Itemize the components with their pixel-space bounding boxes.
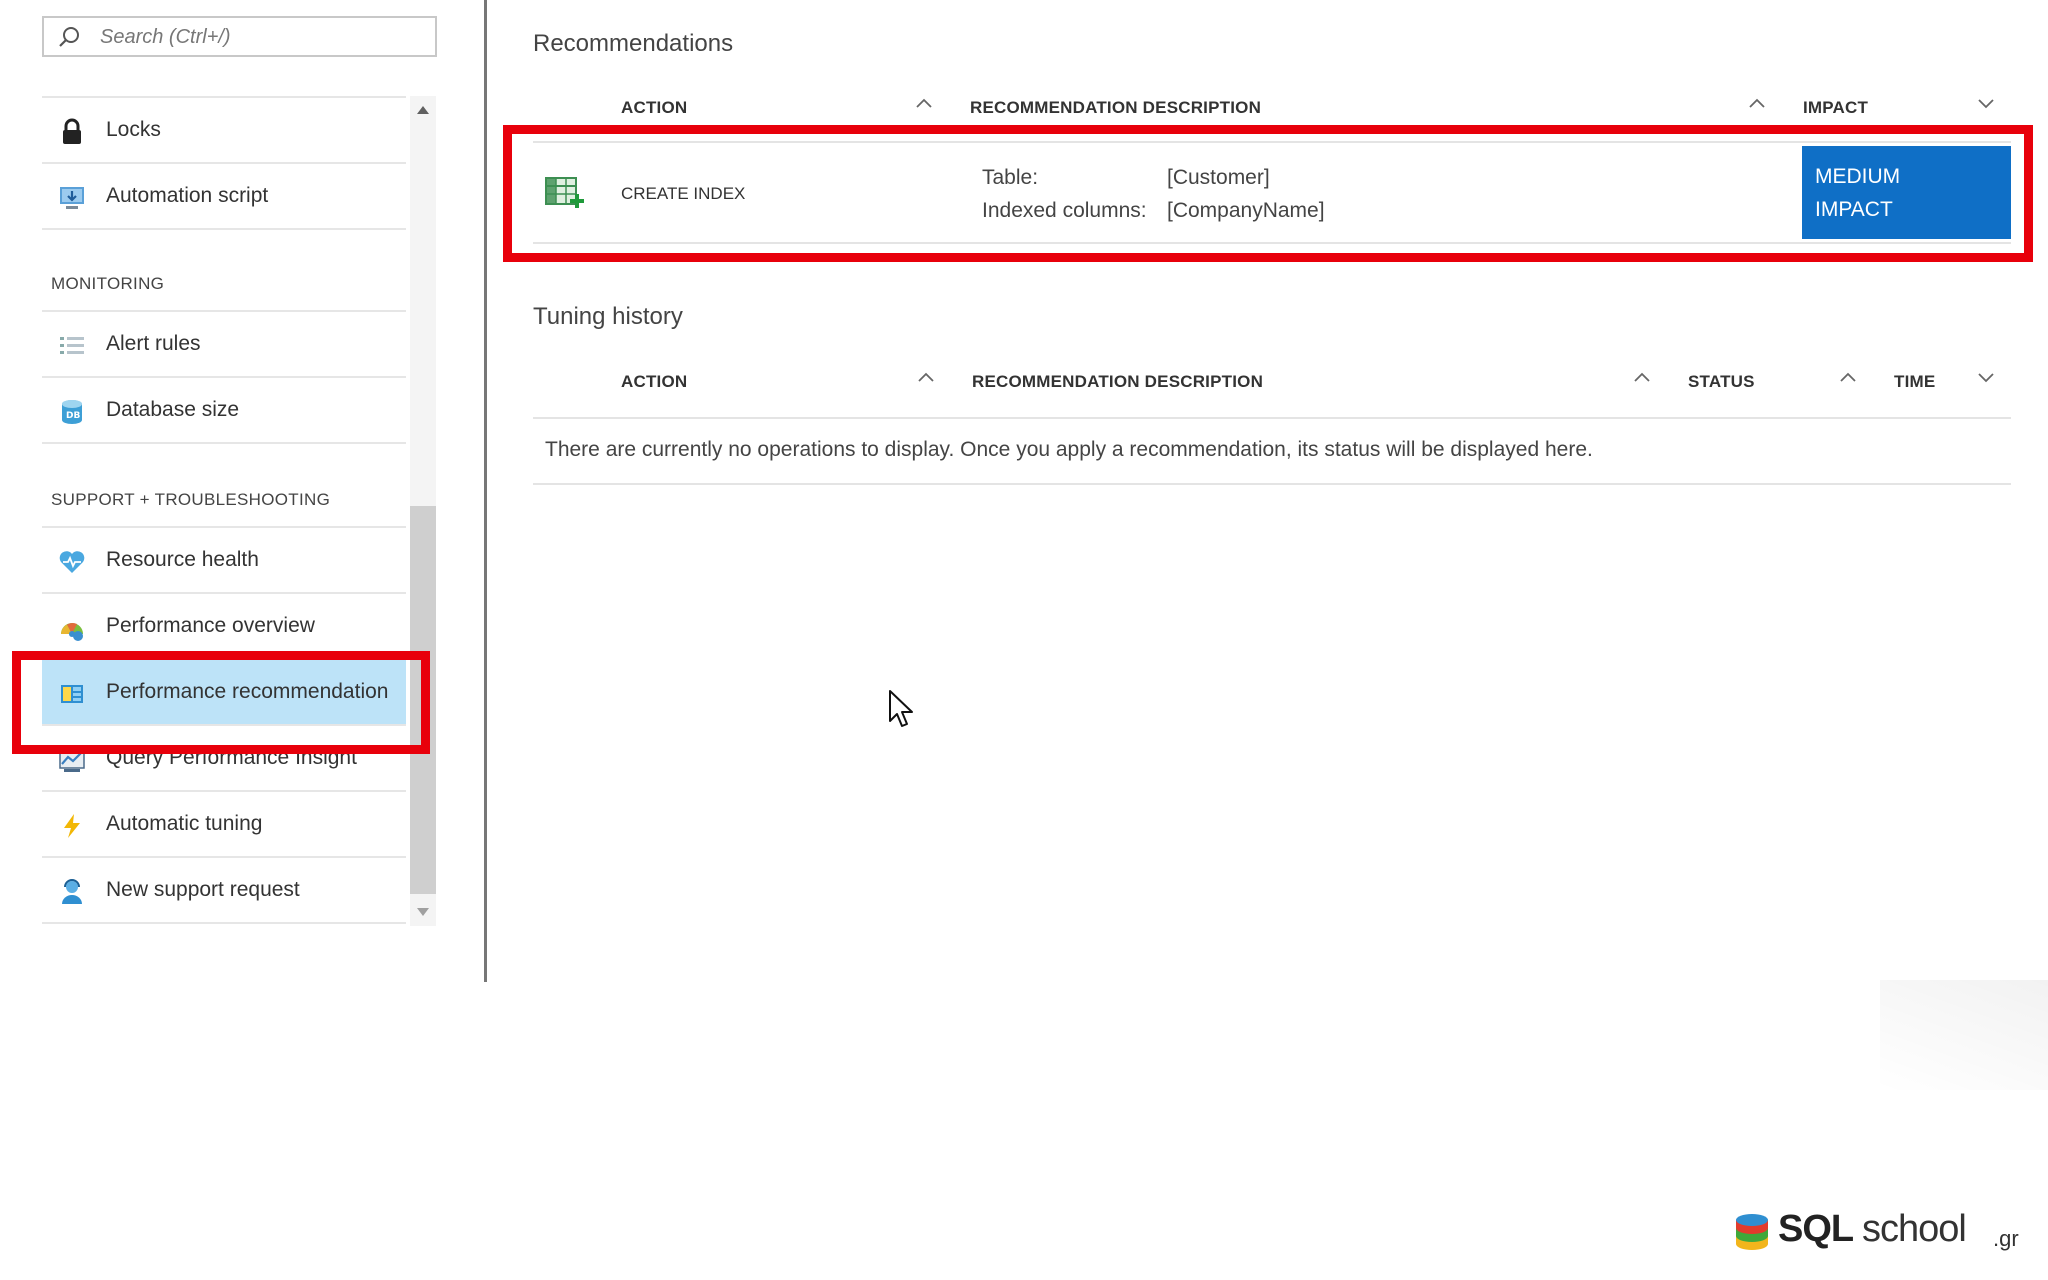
row-divider bbox=[533, 242, 2011, 244]
sidebar-item-label: Automation script bbox=[106, 184, 269, 207]
sort-desc-icon[interactable] bbox=[1977, 371, 1995, 383]
col-header-time[interactable]: TIME bbox=[1894, 372, 1935, 392]
impact-badge: MEDIUM IMPACT bbox=[1802, 146, 2011, 239]
sidebar-item-automation-script[interactable]: Automation script bbox=[42, 164, 406, 230]
mouse-cursor-icon bbox=[889, 690, 913, 727]
sort-asc-icon[interactable] bbox=[1748, 97, 1766, 109]
header-divider bbox=[533, 417, 2011, 419]
scroll-down-arrow-icon[interactable] bbox=[417, 908, 429, 916]
logo-school-text: school bbox=[1862, 1208, 1967, 1250]
sidebar-item-automatic-tuning[interactable]: Automatic tuning bbox=[42, 792, 406, 858]
sidebar-item-alert-rules[interactable]: Alert rules bbox=[42, 312, 406, 378]
performance-overview-icon bbox=[61, 623, 83, 641]
blade-divider bbox=[484, 0, 487, 982]
tuning-history-title: Tuning history bbox=[533, 303, 683, 330]
col-header-action[interactable]: ACTION bbox=[621, 98, 687, 118]
header-divider bbox=[533, 141, 2011, 143]
logo-sql-text: SQL bbox=[1778, 1208, 1854, 1250]
support-request-icon bbox=[62, 879, 82, 904]
lightning-icon bbox=[64, 814, 80, 838]
col-header-description[interactable]: RECOMMENDATION DESCRIPTION bbox=[972, 372, 1263, 392]
sidebar-item-label: Alert rules bbox=[106, 332, 201, 355]
recommendation-action: CREATE INDEX bbox=[621, 184, 746, 203]
scrollbar-thumb[interactable] bbox=[410, 506, 436, 894]
lock-icon bbox=[63, 118, 81, 144]
svg-text:DB: DB bbox=[66, 411, 80, 421]
indexed-columns-value: [CompanyName] bbox=[1167, 199, 1325, 222]
sidebar-item-label: Performance overview bbox=[106, 614, 315, 637]
logo-stack-icon bbox=[1736, 1214, 1768, 1250]
col-header-status[interactable]: STATUS bbox=[1688, 372, 1755, 392]
sqlschool-logo: SQL school .gr bbox=[1734, 1206, 2024, 1254]
sort-desc-icon[interactable] bbox=[1977, 97, 1995, 109]
sort-asc-icon[interactable] bbox=[915, 97, 933, 109]
table-value: [Customer] bbox=[1167, 166, 1270, 189]
sort-asc-icon[interactable] bbox=[1633, 371, 1651, 383]
query-insight-icon bbox=[59, 749, 85, 772]
col-header-description[interactable]: RECOMMENDATION DESCRIPTION bbox=[970, 98, 1261, 118]
search-input[interactable] bbox=[100, 22, 420, 52]
alert-rules-icon bbox=[60, 337, 84, 354]
sidebar-item-label: Query Performance Insight bbox=[106, 746, 357, 769]
logo-gr-text: .gr bbox=[1993, 1226, 2019, 1251]
heart-icon bbox=[59, 551, 85, 573]
recommendations-title: Recommendations bbox=[533, 30, 734, 57]
indexed-columns-label: Indexed columns: bbox=[982, 199, 1147, 222]
sidebar-item-resource-health[interactable]: Resource health bbox=[42, 528, 406, 594]
search-icon bbox=[59, 27, 79, 47]
sidebar-item-new-support-request[interactable]: New support request bbox=[42, 858, 406, 924]
sidebar-item-label: Database size bbox=[106, 398, 240, 421]
sort-asc-icon[interactable] bbox=[917, 371, 935, 383]
recommendation-row[interactable]: CREATE INDEX Table: [Customer] Indexed c… bbox=[533, 146, 2011, 242]
impact-level: MEDIUM bbox=[1815, 165, 1901, 188]
automation-script-icon bbox=[60, 187, 84, 209]
section-title-support: SUPPORT + TROUBLESHOOTING bbox=[51, 490, 331, 509]
sidebar-item-locks[interactable]: Locks bbox=[42, 98, 406, 164]
col-header-action[interactable]: ACTION bbox=[621, 372, 687, 392]
impact-word: IMPACT bbox=[1815, 198, 1893, 221]
sidebar-scrollbar[interactable] bbox=[410, 96, 436, 926]
sidebar-item-label: Performance recommendation bbox=[106, 680, 389, 703]
sort-asc-icon[interactable] bbox=[1839, 371, 1857, 383]
row-divider bbox=[533, 483, 2011, 485]
sidebar-item-label: New support request bbox=[106, 878, 300, 901]
corner-shade bbox=[1880, 980, 2048, 1090]
sidebar-item-database-size[interactable]: DB Database size bbox=[42, 378, 406, 444]
section-title-monitoring: MONITORING bbox=[51, 274, 165, 293]
create-index-icon bbox=[545, 177, 584, 208]
database-size-icon: DB bbox=[62, 400, 82, 424]
sidebar-item-label: Resource health bbox=[106, 548, 259, 571]
search-box[interactable] bbox=[42, 16, 437, 57]
sidebar-item-performance-overview[interactable]: Performance overview bbox=[42, 594, 406, 660]
sidebar-item-performance-recommendation[interactable]: Performance recommendation bbox=[42, 660, 406, 726]
performance-recommendation-icon bbox=[61, 685, 83, 703]
table-label: Table: bbox=[982, 166, 1039, 189]
sidebar-item-query-performance-insight[interactable]: Query Performance Insight bbox=[42, 726, 406, 792]
sidebar: Locks Automation script MONITORING Alert… bbox=[0, 0, 486, 982]
sidebar-item-label: Locks bbox=[106, 118, 161, 141]
scroll-up-arrow-icon[interactable] bbox=[417, 106, 429, 114]
empty-state-message: There are currently no operations to dis… bbox=[545, 438, 1593, 461]
sidebar-item-label: Automatic tuning bbox=[106, 812, 263, 835]
col-header-impact[interactable]: IMPACT bbox=[1803, 98, 1868, 118]
